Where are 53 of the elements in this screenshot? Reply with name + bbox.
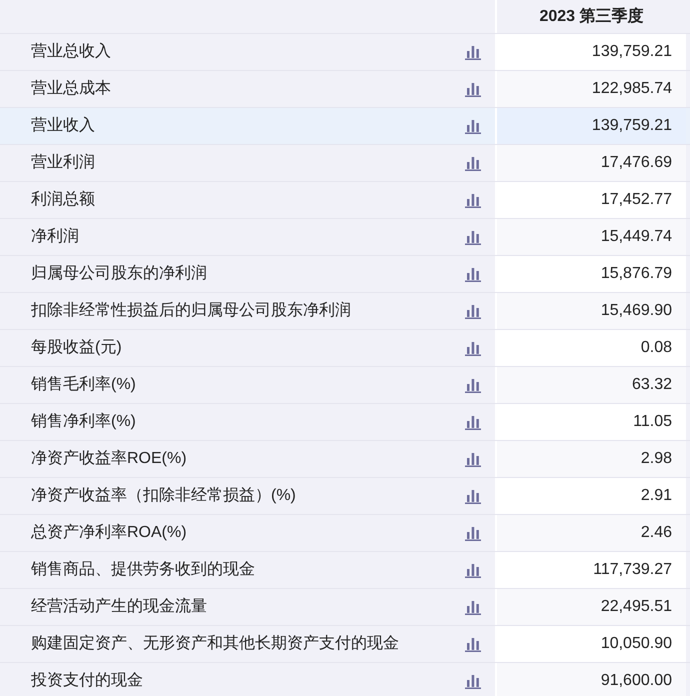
row-label: 投资支付的现金 bbox=[31, 670, 144, 691]
bar-chart-icon[interactable] bbox=[465, 452, 481, 466]
table-cell: 15,469.90 bbox=[497, 293, 686, 329]
bar-chart-icon[interactable] bbox=[465, 304, 481, 318]
row-label: 营业利润 bbox=[31, 152, 96, 173]
table-cell: 2.46 bbox=[497, 515, 686, 551]
row-label: 经营活动产生的现金流量 bbox=[31, 596, 208, 617]
bar-chart-icon[interactable] bbox=[465, 118, 481, 134]
row-label: 营业总成本 bbox=[31, 78, 112, 99]
bar-chart-icon[interactable] bbox=[465, 526, 481, 540]
table-cell: 15,876.79 bbox=[497, 256, 686, 292]
bar-chart-icon[interactable] bbox=[465, 414, 481, 430]
row-label: 净资产收益率（扣除非经常损益）(%) bbox=[31, 486, 297, 506]
row-label: 营业收入 bbox=[31, 116, 96, 136]
row-label: 销售商品、提供劳务收到的现金 bbox=[31, 560, 256, 580]
row-label: 购建固定资产、无形资产和其他长期资产支付的现金 bbox=[31, 634, 400, 654]
row-label: 销售净利率(%) bbox=[31, 412, 137, 432]
table-cell: 2.98 bbox=[497, 441, 686, 477]
bar-chart-icon[interactable] bbox=[465, 562, 481, 578]
table-cell: 10,050.90 bbox=[497, 626, 686, 662]
bar-chart-icon[interactable] bbox=[465, 600, 481, 614]
table-cell: 117,739.27 bbox=[497, 552, 686, 588]
bar-chart-icon[interactable] bbox=[465, 156, 481, 170]
row-label: 利润总额 bbox=[31, 190, 96, 210]
row-label: 净资产收益率ROE(%) bbox=[31, 448, 188, 469]
table-cell: 15,449.74 bbox=[497, 219, 686, 255]
row-label: 归属母公司股东的净利润 bbox=[31, 264, 208, 284]
bar-chart-icon[interactable] bbox=[465, 44, 481, 60]
bar-chart-icon[interactable] bbox=[465, 192, 481, 208]
row-label: 营业总收入 bbox=[31, 42, 112, 62]
bar-chart-icon[interactable] bbox=[465, 636, 481, 652]
table-cell: 63.32 bbox=[497, 367, 686, 403]
bar-chart-icon[interactable] bbox=[465, 82, 481, 96]
table-cell: 91,600.00 bbox=[497, 663, 686, 696]
bar-chart-icon[interactable] bbox=[465, 488, 481, 504]
row-label: 每股收益(元) bbox=[31, 338, 123, 358]
bar-chart-icon[interactable] bbox=[465, 340, 481, 356]
table-cell: 22,495.51 bbox=[497, 589, 686, 625]
bar-chart-icon[interactable] bbox=[465, 266, 481, 282]
row-label: 总资产净利率ROA(%) bbox=[31, 522, 188, 543]
row-label: 扣除非经常性损益后的归属母公司股东净利润 bbox=[31, 300, 352, 321]
row-label: 净利润 bbox=[31, 226, 80, 247]
table-cell: 17,452.77 bbox=[497, 182, 686, 218]
bar-chart-icon[interactable] bbox=[465, 230, 481, 244]
table-cell: 122,985.74 bbox=[497, 71, 686, 107]
row-label: 销售毛利率(%) bbox=[31, 374, 137, 395]
table-cell: 11.05 bbox=[497, 404, 686, 440]
bar-chart-icon[interactable] bbox=[465, 378, 481, 392]
table-cell: 2.91 bbox=[497, 478, 686, 514]
table-cell: 17,476.69 bbox=[497, 145, 686, 181]
table-cell: 0.08 bbox=[497, 330, 686, 366]
bar-chart-icon[interactable] bbox=[465, 674, 481, 688]
table-cell: 139,759.21 bbox=[497, 34, 686, 70]
